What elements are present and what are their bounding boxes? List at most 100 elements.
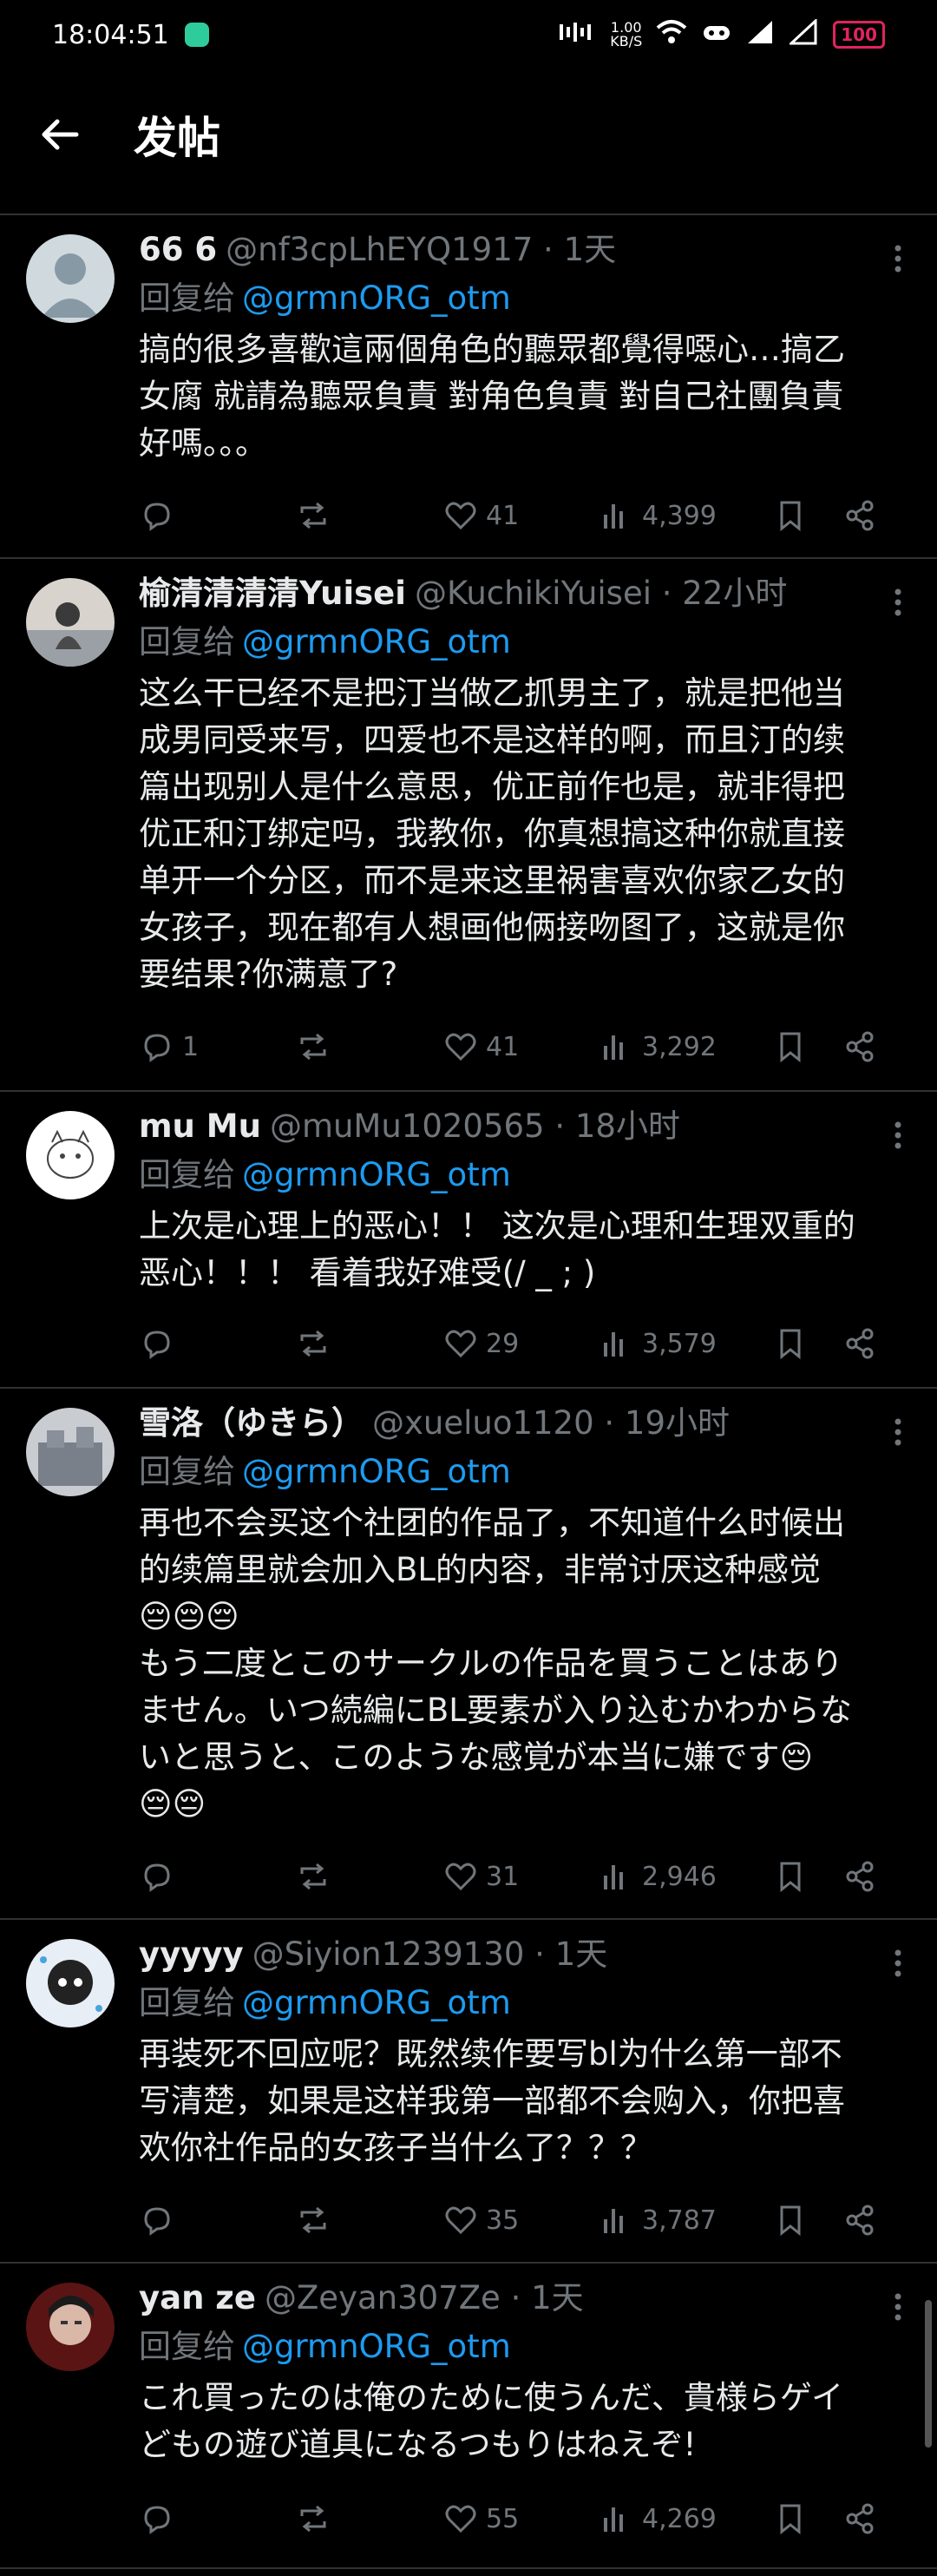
like-button[interactable]: 55 bbox=[442, 2500, 599, 2537]
views-button[interactable]: 4,399 bbox=[599, 497, 772, 534]
author-name[interactable]: mu Mu bbox=[139, 1102, 261, 1151]
replying-to: 回复给 @grmnORG_otm bbox=[139, 1151, 911, 1199]
author-name[interactable]: yan ze bbox=[139, 2274, 256, 2323]
share-button[interactable] bbox=[842, 1028, 894, 1065]
author-handle[interactable]: @xueluo1120 · 19小时 bbox=[372, 1399, 730, 1448]
replying-to-label: 回复给 bbox=[139, 279, 235, 317]
mention-link[interactable]: @grmnORG_otm bbox=[242, 1156, 511, 1193]
back-arrow-icon[interactable] bbox=[38, 113, 82, 156]
bookmark-button[interactable] bbox=[772, 2500, 842, 2537]
author-name[interactable]: 榆清清清清Yuisei bbox=[139, 569, 406, 618]
reply-item[interactable]: yan ze @Zeyan307Ze · 1天 回复给 @grmnORG_otm … bbox=[0, 2264, 937, 2569]
replying-to: 回复给 @grmnORG_otm bbox=[139, 1448, 911, 1496]
replying-to: 回复给 @grmnORG_otm bbox=[139, 1979, 911, 2027]
share-button[interactable] bbox=[842, 2202, 894, 2238]
author-handle[interactable]: @nf3cpLhEYQ1917 · 1天 bbox=[226, 226, 616, 274]
view-count: 4,399 bbox=[642, 500, 717, 531]
mention-link[interactable]: @grmnORG_otm bbox=[242, 1453, 511, 1490]
author-name[interactable]: 雪洛（ゆきら） bbox=[139, 1399, 364, 1448]
retweet-button[interactable] bbox=[295, 1028, 442, 1065]
author-handle[interactable]: @KuchikiYuisei · 22小时 bbox=[415, 569, 787, 618]
view-count: 2,946 bbox=[642, 1861, 717, 1892]
reply-button[interactable] bbox=[139, 1325, 295, 1362]
share-button[interactable] bbox=[842, 1858, 894, 1895]
reply-item[interactable]: 雪洛（ゆきら） @xueluo1120 · 19小时 回复给 @grmnORG_o… bbox=[0, 1389, 937, 1920]
avatar[interactable] bbox=[26, 1408, 115, 1496]
reply-button[interactable] bbox=[139, 2500, 295, 2537]
bookmark-button[interactable] bbox=[772, 2202, 842, 2238]
like-button[interactable]: 31 bbox=[442, 1858, 599, 1895]
comment-icon bbox=[144, 503, 170, 531]
more-options-icon[interactable] bbox=[885, 241, 911, 276]
author-handle[interactable]: @Zeyan307Ze · 1天 bbox=[265, 2274, 584, 2323]
like-count: 29 bbox=[486, 1328, 520, 1359]
author-handle[interactable]: @muMu1020565 · 18小时 bbox=[270, 1102, 680, 1151]
bookmark-button[interactable] bbox=[772, 1858, 842, 1895]
more-options-icon[interactable] bbox=[885, 1118, 911, 1153]
more-options-icon[interactable] bbox=[885, 2290, 911, 2324]
like-button[interactable]: 41 bbox=[442, 497, 599, 534]
retweet-icon bbox=[300, 2206, 326, 2234]
reply-button[interactable] bbox=[139, 2202, 295, 2238]
author-name[interactable]: yyyyy bbox=[139, 1930, 244, 1979]
like-count: 31 bbox=[486, 1861, 520, 1892]
scrollbar[interactable] bbox=[925, 2300, 932, 2448]
views-button[interactable]: 2,946 bbox=[599, 1858, 772, 1895]
more-options-icon[interactable] bbox=[885, 1415, 911, 1449]
mention-link[interactable]: @grmnORG_otm bbox=[242, 2328, 511, 2365]
retweet-button[interactable] bbox=[295, 2202, 442, 2238]
bookmark-icon bbox=[780, 2504, 801, 2535]
share-button[interactable] bbox=[842, 497, 894, 534]
app-notification-icon bbox=[184, 23, 209, 47]
bookmark-button[interactable] bbox=[772, 1325, 842, 1362]
more-options-icon[interactable] bbox=[885, 1946, 911, 1981]
views-button[interactable]: 4,269 bbox=[599, 2500, 772, 2537]
avatar[interactable] bbox=[26, 578, 115, 667]
retweet-button[interactable] bbox=[295, 1858, 442, 1895]
avatar[interactable] bbox=[26, 1111, 115, 1199]
reply-item[interactable]: 榆清清清清Yuisei @KuchikiYuisei · 22小时 回复给 @gr… bbox=[0, 559, 937, 1092]
avatar[interactable] bbox=[26, 2283, 115, 2371]
share-button[interactable] bbox=[842, 1325, 894, 1362]
reply-item[interactable]: yyyyy @Siyion1239130 · 1天 回复给 @grmnORG_ot… bbox=[0, 1920, 937, 2264]
views-icon bbox=[604, 2507, 623, 2532]
like-button[interactable]: 35 bbox=[442, 2202, 599, 2238]
reply-button[interactable] bbox=[139, 497, 295, 534]
avatar[interactable] bbox=[26, 1939, 115, 2027]
status-time: 18:04:51 bbox=[52, 19, 169, 50]
author-handle[interactable]: @Siyion1239130 · 1天 bbox=[252, 1930, 608, 1979]
mention-link[interactable]: @grmnORG_otm bbox=[242, 1984, 511, 2021]
retweet-button[interactable] bbox=[295, 497, 442, 534]
mention-link[interactable]: @grmnORG_otm bbox=[242, 279, 511, 317]
action-bar: 41 4,399 bbox=[139, 490, 911, 542]
views-button[interactable]: 3,579 bbox=[599, 1325, 772, 1362]
like-count: 35 bbox=[486, 2205, 520, 2236]
author-name[interactable]: 66 6 bbox=[139, 226, 217, 274]
mention-link[interactable]: @grmnORG_otm bbox=[242, 623, 511, 660]
bookmark-icon bbox=[780, 501, 801, 532]
views-icon bbox=[604, 2209, 623, 2233]
share-button[interactable] bbox=[842, 2500, 894, 2537]
like-button[interactable]: 41 bbox=[442, 1028, 599, 1065]
retweet-icon bbox=[300, 1330, 326, 1357]
retweet-button[interactable] bbox=[295, 2500, 442, 2537]
reply-count: 1 bbox=[182, 1031, 200, 1062]
reply-button[interactable]: 1 bbox=[139, 1028, 295, 1065]
reply-item[interactable]: mu Mu @muMu1020565 · 18小时 回复给 @grmnORG_ot… bbox=[0, 1092, 937, 1389]
reply-text: 上次是心理上的恶心！！ 这次是心理和生理双重的 恶心！！！ 看着我好难受(/ _… bbox=[139, 1207, 855, 1291]
share-icon bbox=[846, 1328, 874, 1359]
reply-text: 这么干已经不是把汀当做乙抓男主了，就是把他当 成男同受来写，四爱也不是这样的啊，… bbox=[139, 674, 845, 993]
reply-item[interactable]: 66 6 @nf3cpLhEYQ1917 · 1天 回复给 @grmnORG_ot… bbox=[0, 215, 937, 559]
avatar[interactable] bbox=[26, 234, 115, 323]
reply-button[interactable] bbox=[139, 1858, 295, 1895]
bookmark-icon bbox=[780, 1329, 801, 1360]
bookmark-button[interactable] bbox=[772, 1028, 842, 1065]
view-count: 3,292 bbox=[642, 1031, 717, 1062]
like-button[interactable]: 29 bbox=[442, 1325, 599, 1362]
bookmark-button[interactable] bbox=[772, 497, 842, 534]
views-button[interactable]: 3,292 bbox=[599, 1028, 772, 1065]
more-options-icon[interactable] bbox=[885, 585, 911, 620]
views-button[interactable]: 3,787 bbox=[599, 2202, 772, 2238]
action-bar: 31 2,946 bbox=[139, 1850, 911, 1902]
retweet-button[interactable] bbox=[295, 1325, 442, 1362]
